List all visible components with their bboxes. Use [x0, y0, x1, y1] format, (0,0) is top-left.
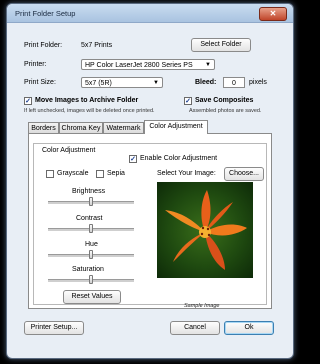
- sepia-label: Sepia: [107, 170, 125, 177]
- print-folder-setup-dialog: Print Folder Setup ✕ Print Folder: 5x7 P…: [6, 3, 294, 359]
- grayscale-label: Grayscale: [57, 170, 89, 177]
- enable-color-adjustment-label: Enable Color Adjustment: [140, 155, 218, 162]
- chevron-down-icon: ▼: [205, 62, 211, 68]
- save-composites-label: Save Composites: [195, 97, 254, 104]
- sample-image: [157, 182, 253, 278]
- print-size-selected: 5x7 (5R): [85, 80, 112, 87]
- grayscale-checkbox[interactable]: [46, 170, 54, 178]
- hue-slider[interactable]: [48, 250, 134, 259]
- print-size-dropdown[interactable]: 5x7 (5R) ▼: [81, 77, 163, 88]
- select-image-label: Select Your Image:: [157, 170, 216, 177]
- move-images-checkbox[interactable]: ✓: [24, 97, 32, 105]
- choose-image-button[interactable]: Choose...: [224, 167, 264, 181]
- cancel-button[interactable]: Cancel: [170, 321, 220, 335]
- printer-dropdown[interactable]: HP Color LaserJet 2800 Series PS ▼: [81, 59, 215, 70]
- chevron-down-icon: ▼: [153, 80, 159, 86]
- contrast-slider[interactable]: [48, 224, 134, 233]
- printer-selected: HP Color LaserJet 2800 Series PS: [85, 62, 193, 69]
- printer-setup-button[interactable]: Printer Setup...: [24, 321, 84, 335]
- save-composites-checkbox[interactable]: ✓: [184, 97, 192, 105]
- color-adjustment-panel: Color Adjustment ✓ Enable Color Adjustme…: [28, 133, 272, 309]
- saturation-slider[interactable]: [48, 275, 134, 284]
- tab-chroma-key[interactable]: Chroma Key: [59, 122, 103, 133]
- slider-thumb[interactable]: [89, 224, 93, 233]
- save-composites-note: Assembled photos are saved.: [189, 108, 262, 114]
- color-adjustment-group: Color Adjustment ✓ Enable Color Adjustme…: [33, 143, 267, 309]
- print-folder-value: 5x7 Prints: [81, 42, 113, 49]
- saturation-label: Saturation: [72, 266, 104, 273]
- hue-label: Hue: [85, 241, 98, 248]
- group-title: Color Adjustment: [40, 147, 98, 154]
- close-button[interactable]: ✕: [259, 7, 287, 21]
- tab-color-adjustment[interactable]: Color Adjustment: [144, 120, 208, 134]
- tab-borders[interactable]: Borders: [28, 122, 59, 133]
- bleed-input[interactable]: 0: [223, 77, 245, 88]
- printer-label: Printer:: [24, 61, 47, 68]
- slider-thumb[interactable]: [89, 197, 93, 206]
- print-folder-label: Print Folder:: [24, 42, 63, 49]
- bleed-label: Bleed:: [195, 79, 217, 86]
- reset-values-button[interactable]: Reset Values: [63, 290, 121, 304]
- window-title: Print Folder Setup: [15, 9, 76, 18]
- enable-color-adjustment-checkbox[interactable]: ✓: [129, 155, 137, 163]
- print-size-label: Print Size:: [24, 79, 56, 86]
- sepia-checkbox[interactable]: [96, 170, 104, 178]
- ok-button[interactable]: Ok: [224, 321, 274, 335]
- slider-thumb[interactable]: [89, 250, 93, 259]
- close-icon: ✕: [269, 9, 277, 18]
- select-folder-button[interactable]: Select Folder: [191, 38, 251, 52]
- title-bar[interactable]: Print Folder Setup ✕: [7, 4, 293, 23]
- tab-watermark[interactable]: Watermark: [103, 122, 144, 133]
- contrast-label: Contrast: [76, 215, 103, 222]
- brightness-label: Brightness: [72, 188, 106, 195]
- sample-image-caption: Sample Image: [184, 303, 220, 309]
- bleed-unit: pixels: [249, 79, 267, 86]
- move-images-label: Move Images to Archive Folder: [35, 97, 139, 104]
- slider-thumb[interactable]: [89, 275, 93, 284]
- lily-flower-image: [165, 190, 247, 270]
- brightness-slider[interactable]: [48, 197, 134, 206]
- move-images-note: If left unchecked, images will be delete…: [24, 108, 155, 114]
